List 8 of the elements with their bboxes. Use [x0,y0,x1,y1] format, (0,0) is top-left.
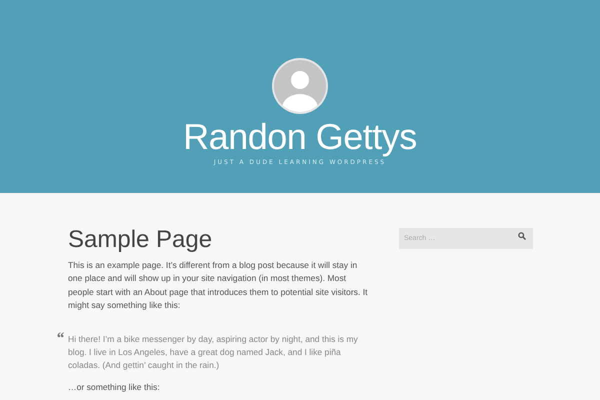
site-title[interactable]: Randon Gettys [183,116,417,158]
avatar-icon [272,58,328,114]
page-title: Sample Page [68,226,214,254]
intro-paragraph: This is an example page. It’s different from a blog post because it will stay in one place and will show up in your site navigation (in most themes). Most people start with an About page that introduces them to potential site visitors. It might say something like this: [68,259,369,312]
search-icon[interactable] [518,232,526,240]
quote-mark: “ [56,330,64,348]
blockquote-text: Hi there! I’m a bike messenger by day, aspiring actor by night, and this is my blog. I live in Los Angeles, have a great dog named Jack, and I like piña coladas. (And gettin’ caught in the rain.) [68,332,359,372]
outro-paragraph: …or something like this: [68,380,161,394]
